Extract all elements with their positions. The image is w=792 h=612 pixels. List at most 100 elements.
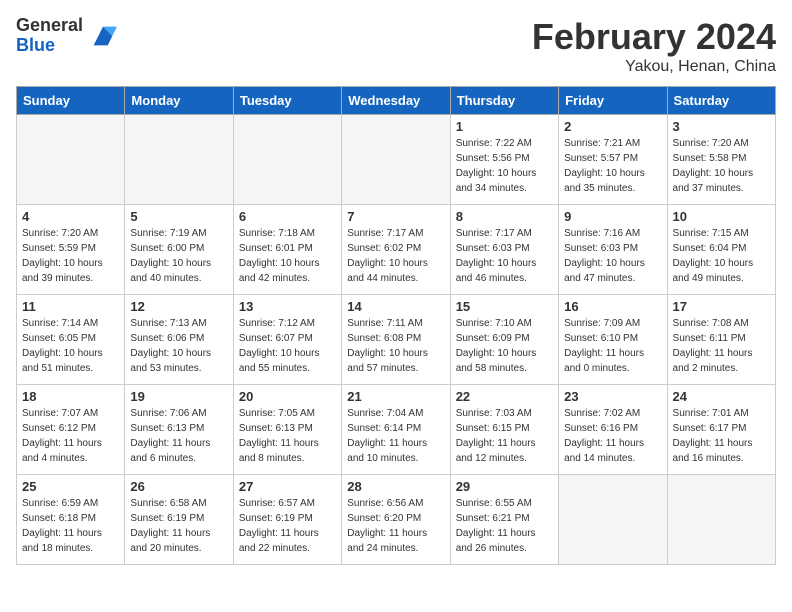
weekday-header-wednesday: Wednesday xyxy=(342,87,450,115)
day-info: Sunrise: 7:11 AMSunset: 6:08 PMDaylight:… xyxy=(347,316,444,376)
calendar-cell: 21 Sunrise: 7:04 AMSunset: 6:14 PMDayligh… xyxy=(342,385,450,475)
day-number: 16 xyxy=(564,299,661,314)
page-header: General Blue February 2024 Yakou, Henan,… xyxy=(16,16,776,76)
calendar-week-5: 25 Sunrise: 6:59 AMSunset: 6:18 PMDayligh… xyxy=(17,475,776,565)
day-number: 20 xyxy=(239,389,336,404)
calendar-cell: 10Sunrise: 7:15 AMSunset: 6:04 PMDayligh… xyxy=(667,205,775,295)
calendar-cell: 16 Sunrise: 7:09 AMSunset: 6:10 PMDayligh… xyxy=(559,295,667,385)
day-info: Sunrise: 7:01 AMSunset: 6:17 PMDaylight:… xyxy=(673,406,770,466)
day-number: 28 xyxy=(347,479,444,494)
day-info: Sunrise: 7:12 AMSunset: 6:07 PMDaylight:… xyxy=(239,316,336,376)
day-number: 24 xyxy=(673,389,770,404)
location: Yakou, Henan, China xyxy=(532,58,776,76)
day-info: Sunrise: 7:14 AMSunset: 6:05 PMDaylight:… xyxy=(22,316,119,376)
day-number: 1 xyxy=(456,119,553,134)
day-info: Sunrise: 7:22 AMSunset: 5:56 PMDaylight:… xyxy=(456,136,553,196)
day-info: Sunrise: 7:15 AMSunset: 6:04 PMDaylight:… xyxy=(673,226,770,286)
day-info: Sunrise: 7:07 AMSunset: 6:12 PMDaylight:… xyxy=(22,406,119,466)
calendar-cell xyxy=(559,475,667,565)
weekday-header-tuesday: Tuesday xyxy=(233,87,341,115)
calendar-cell: 23Sunrise: 7:02 AMSunset: 6:16 PMDayligh… xyxy=(559,385,667,475)
calendar-cell: 6Sunrise: 7:18 AMSunset: 6:01 PMDaylight… xyxy=(233,205,341,295)
day-number: 4 xyxy=(22,209,119,224)
calendar-cell: 1 Sunrise: 7:22 AMSunset: 5:56 PMDaylight… xyxy=(450,115,558,205)
day-info: Sunrise: 7:09 AMSunset: 6:10 PMDaylight:… xyxy=(564,316,661,376)
weekday-header-thursday: Thursday xyxy=(450,87,558,115)
day-info: Sunrise: 6:57 AMSunset: 6:19 PMDaylight:… xyxy=(239,496,336,556)
day-number: 26 xyxy=(130,479,227,494)
day-info: Sunrise: 7:17 AMSunset: 6:02 PMDaylight:… xyxy=(347,226,444,286)
day-number: 14 xyxy=(347,299,444,314)
day-info: Sunrise: 6:55 AMSunset: 6:21 PMDaylight:… xyxy=(456,496,553,556)
day-number: 11 xyxy=(22,299,119,314)
calendar-cell: 20 Sunrise: 7:05 AMSunset: 6:13 PMDayligh… xyxy=(233,385,341,475)
calendar-cell: 7 Sunrise: 7:17 AMSunset: 6:02 PMDaylight… xyxy=(342,205,450,295)
day-number: 21 xyxy=(347,389,444,404)
calendar-cell: 13Sunrise: 7:12 AMSunset: 6:07 PMDayligh… xyxy=(233,295,341,385)
day-number: 25 xyxy=(22,479,119,494)
calendar-cell: 17 Sunrise: 7:08 AMSunset: 6:11 PMDayligh… xyxy=(667,295,775,385)
calendar-cell: 18 Sunrise: 7:07 AMSunset: 6:12 PMDayligh… xyxy=(17,385,125,475)
day-info: Sunrise: 7:08 AMSunset: 6:11 PMDaylight:… xyxy=(673,316,770,376)
calendar-table: SundayMondayTuesdayWednesdayThursdayFrid… xyxy=(16,86,776,565)
calendar-week-2: 4 Sunrise: 7:20 AMSunset: 5:59 PMDaylight… xyxy=(17,205,776,295)
day-number: 7 xyxy=(347,209,444,224)
day-number: 29 xyxy=(456,479,553,494)
day-info: Sunrise: 6:56 AMSunset: 6:20 PMDaylight:… xyxy=(347,496,444,556)
day-info: Sunrise: 7:20 AMSunset: 5:58 PMDaylight:… xyxy=(673,136,770,196)
logo: General Blue xyxy=(16,16,117,56)
day-number: 2 xyxy=(564,119,661,134)
day-info: Sunrise: 7:13 AMSunset: 6:06 PMDaylight:… xyxy=(130,316,227,376)
calendar-cell xyxy=(125,115,233,205)
day-info: Sunrise: 7:16 AMSunset: 6:03 PMDaylight:… xyxy=(564,226,661,286)
calendar-cell: 19Sunrise: 7:06 AMSunset: 6:13 PMDayligh… xyxy=(125,385,233,475)
day-info: Sunrise: 7:19 AMSunset: 6:00 PMDaylight:… xyxy=(130,226,227,286)
calendar-cell: 29 Sunrise: 6:55 AMSunset: 6:21 PMDayligh… xyxy=(450,475,558,565)
calendar-cell: 8 Sunrise: 7:17 AMSunset: 6:03 PMDaylight… xyxy=(450,205,558,295)
weekday-header-saturday: Saturday xyxy=(667,87,775,115)
day-number: 9 xyxy=(564,209,661,224)
calendar-cell: 3 Sunrise: 7:20 AMSunset: 5:58 PMDaylight… xyxy=(667,115,775,205)
day-number: 27 xyxy=(239,479,336,494)
calendar-cell: 15Sunrise: 7:10 AMSunset: 6:09 PMDayligh… xyxy=(450,295,558,385)
calendar-cell: 27 Sunrise: 6:57 AMSunset: 6:19 PMDayligh… xyxy=(233,475,341,565)
calendar-cell xyxy=(233,115,341,205)
calendar-cell: 28 Sunrise: 6:56 AMSunset: 6:20 PMDayligh… xyxy=(342,475,450,565)
day-info: Sunrise: 7:17 AMSunset: 6:03 PMDaylight:… xyxy=(456,226,553,286)
calendar-cell xyxy=(667,475,775,565)
day-number: 19 xyxy=(130,389,227,404)
day-number: 17 xyxy=(673,299,770,314)
weekday-header-sunday: Sunday xyxy=(17,87,125,115)
calendar-cell: 26 Sunrise: 6:58 AMSunset: 6:19 PMDayligh… xyxy=(125,475,233,565)
day-info: Sunrise: 7:03 AMSunset: 6:15 PMDaylight:… xyxy=(456,406,553,466)
calendar-week-4: 18 Sunrise: 7:07 AMSunset: 6:12 PMDayligh… xyxy=(17,385,776,475)
day-info: Sunrise: 7:10 AMSunset: 6:09 PMDaylight:… xyxy=(456,316,553,376)
weekday-header-row: SundayMondayTuesdayWednesdayThursdayFrid… xyxy=(17,87,776,115)
day-info: Sunrise: 6:59 AMSunset: 6:18 PMDaylight:… xyxy=(22,496,119,556)
day-info: Sunrise: 7:18 AMSunset: 6:01 PMDaylight:… xyxy=(239,226,336,286)
day-number: 18 xyxy=(22,389,119,404)
title-block: February 2024 Yakou, Henan, China xyxy=(532,16,776,76)
day-info: Sunrise: 7:04 AMSunset: 6:14 PMDaylight:… xyxy=(347,406,444,466)
day-number: 12 xyxy=(130,299,227,314)
day-info: Sunrise: 7:21 AMSunset: 5:57 PMDaylight:… xyxy=(564,136,661,196)
day-info: Sunrise: 7:02 AMSunset: 6:16 PMDaylight:… xyxy=(564,406,661,466)
calendar-cell: 25 Sunrise: 6:59 AMSunset: 6:18 PMDayligh… xyxy=(17,475,125,565)
calendar-cell: 4 Sunrise: 7:20 AMSunset: 5:59 PMDaylight… xyxy=(17,205,125,295)
day-number: 5 xyxy=(130,209,227,224)
calendar-cell: 2 Sunrise: 7:21 AMSunset: 5:57 PMDaylight… xyxy=(559,115,667,205)
weekday-header-monday: Monday xyxy=(125,87,233,115)
calendar-cell: 22 Sunrise: 7:03 AMSunset: 6:15 PMDayligh… xyxy=(450,385,558,475)
day-info: Sunrise: 7:05 AMSunset: 6:13 PMDaylight:… xyxy=(239,406,336,466)
calendar-cell: 5 Sunrise: 7:19 AMSunset: 6:00 PMDaylight… xyxy=(125,205,233,295)
day-number: 8 xyxy=(456,209,553,224)
calendar-cell xyxy=(17,115,125,205)
calendar-cell xyxy=(342,115,450,205)
day-number: 22 xyxy=(456,389,553,404)
day-number: 3 xyxy=(673,119,770,134)
day-info: Sunrise: 6:58 AMSunset: 6:19 PMDaylight:… xyxy=(130,496,227,556)
day-info: Sunrise: 7:20 AMSunset: 5:59 PMDaylight:… xyxy=(22,226,119,286)
calendar-cell: 9 Sunrise: 7:16 AMSunset: 6:03 PMDaylight… xyxy=(559,205,667,295)
calendar-week-1: 1 Sunrise: 7:22 AMSunset: 5:56 PMDaylight… xyxy=(17,115,776,205)
calendar-cell: 14 Sunrise: 7:11 AMSunset: 6:08 PMDayligh… xyxy=(342,295,450,385)
